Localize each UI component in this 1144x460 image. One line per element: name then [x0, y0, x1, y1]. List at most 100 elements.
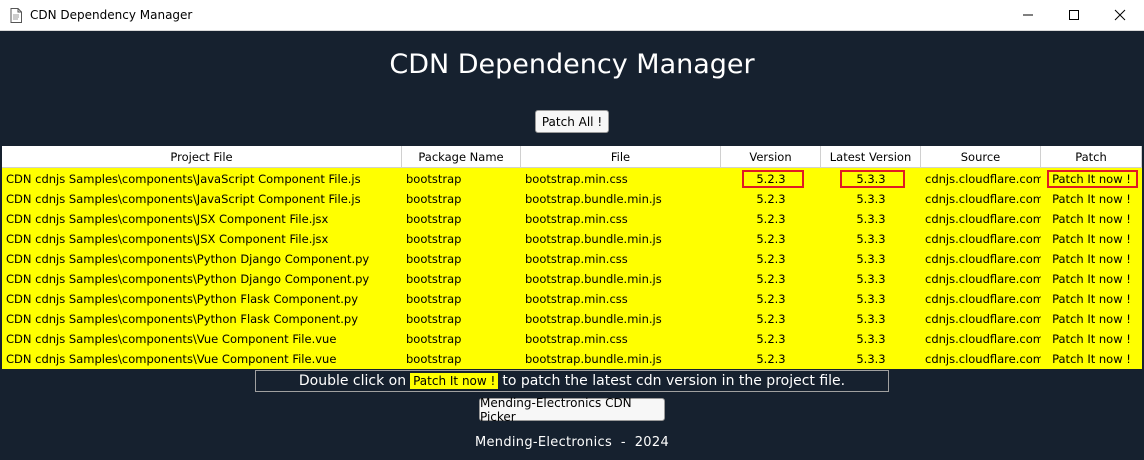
cell-source: cdnjs.cloudflare.com: [925, 332, 1041, 346]
cell-package-name: bootstrap: [406, 252, 462, 266]
column-header-project-file[interactable]: Project File: [2, 146, 402, 168]
cell-latest-version: 5.3.3: [856, 332, 886, 346]
cell-version: 5.2.3: [756, 232, 786, 246]
patch-it-now-cell[interactable]: Patch It now !: [1041, 209, 1142, 229]
cell-file: bootstrap.min.css: [525, 172, 628, 186]
cell-version: 5.2.3: [756, 332, 786, 346]
cell-package-name: bootstrap: [406, 212, 462, 226]
patch-all-button[interactable]: Patch All !: [535, 110, 609, 133]
column-header-latest-version[interactable]: Latest Version: [821, 146, 921, 168]
close-button[interactable]: [1097, 0, 1143, 30]
patch-it-now-cell[interactable]: Patch It now !: [1041, 309, 1142, 329]
document-icon: [10, 8, 22, 23]
cell-file: bootstrap.min.css: [525, 252, 628, 266]
patch-it-now-cell[interactable]: Patch It now !: [1041, 269, 1142, 289]
column-header-source[interactable]: Source: [921, 146, 1041, 168]
cell-latest-version: 5.3.3: [856, 352, 886, 366]
cell-latest-version: 5.3.3: [856, 272, 886, 286]
patch-it-now-cell[interactable]: Patch It now !: [1041, 349, 1142, 369]
column-header-package-name[interactable]: Package Name: [402, 146, 521, 168]
hint-patch-chip: Patch It now !: [410, 373, 499, 389]
cell-package-name: bootstrap: [406, 332, 462, 346]
column-header-patch[interactable]: Patch: [1041, 146, 1142, 168]
cell-package-name: bootstrap: [406, 272, 462, 286]
cell-project-file: CDN cdnjs Samples\components\Vue Compone…: [6, 352, 337, 366]
cell-version: 5.2.3: [756, 292, 786, 306]
cell-file: bootstrap.min.css: [525, 332, 628, 346]
maximize-button[interactable]: [1051, 0, 1097, 30]
hint-suffix: to patch the latest cdn version in the p…: [502, 373, 846, 389]
maximize-icon: [1069, 10, 1079, 20]
cell-package-name: bootstrap: [406, 312, 462, 326]
cell-package-name: bootstrap: [406, 172, 462, 186]
cell-latest-version: 5.3.3: [856, 192, 886, 206]
cell-package-name: bootstrap: [406, 192, 462, 206]
table-row[interactable]: CDN cdnjs Samples\components\JSX Compone…: [2, 209, 1142, 229]
cell-source: cdnjs.cloudflare.com: [925, 272, 1041, 286]
version-highlight-box: [742, 170, 804, 188]
latest-version-highlight-box: [840, 170, 905, 188]
window-titlebar[interactable]: CDN Dependency Manager: [0, 0, 1144, 31]
cell-latest-version: 5.3.3: [856, 312, 886, 326]
cell-version: 5.2.3: [756, 212, 786, 226]
table-row[interactable]: CDN cdnjs Samples\components\JavaScript …: [2, 189, 1142, 209]
cell-latest-version: 5.3.3: [856, 292, 886, 306]
table-row[interactable]: CDN cdnjs Samples\components\Python Djan…: [2, 269, 1142, 289]
cell-project-file: CDN cdnjs Samples\components\JavaScript …: [6, 192, 361, 206]
column-header-version[interactable]: Version: [721, 146, 821, 168]
column-header-file[interactable]: File: [521, 146, 721, 168]
patch-it-now-cell[interactable]: Patch It now !: [1041, 229, 1142, 249]
cell-project-file: CDN cdnjs Samples\components\Python Flas…: [6, 312, 359, 326]
table-row[interactable]: CDN cdnjs Samples\components\JSX Compone…: [2, 229, 1142, 249]
cell-version: 5.2.3: [756, 272, 786, 286]
table-row[interactable]: CDN cdnjs Samples\components\Vue Compone…: [2, 329, 1142, 349]
cell-source: cdnjs.cloudflare.com: [925, 192, 1041, 206]
page-title: CDN Dependency Manager: [389, 49, 755, 80]
cell-project-file: CDN cdnjs Samples\components\Python Djan…: [6, 252, 370, 266]
cell-latest-version: 5.3.3: [856, 212, 886, 226]
table-row[interactable]: CDN cdnjs Samples\components\Python Flas…: [2, 309, 1142, 329]
cell-package-name: bootstrap: [406, 352, 462, 366]
patch-highlight-box: [1047, 170, 1138, 188]
table-row[interactable]: CDN cdnjs Samples\components\JavaScript …: [2, 169, 1142, 189]
cell-version: 5.2.3: [756, 192, 786, 206]
cell-latest-version: 5.3.3: [856, 252, 886, 266]
cell-source: cdnjs.cloudflare.com: [925, 252, 1041, 266]
cell-project-file: CDN cdnjs Samples\components\JSX Compone…: [6, 212, 329, 226]
table-row[interactable]: CDN cdnjs Samples\components\Python Flas…: [2, 289, 1142, 309]
cell-file: bootstrap.bundle.min.js: [525, 192, 662, 206]
patch-it-now-cell[interactable]: Patch It now !: [1041, 289, 1142, 309]
cell-version: 5.2.3: [756, 312, 786, 326]
table-row[interactable]: CDN cdnjs Samples\components\Python Djan…: [2, 249, 1142, 269]
patch-it-now-cell[interactable]: Patch It now !: [1041, 249, 1142, 269]
patch-it-now-cell[interactable]: Patch It now !: [1041, 329, 1142, 349]
cell-file: bootstrap.bundle.min.js: [525, 232, 662, 246]
table-header: Project File Package Name File Version Lates…: [2, 146, 1142, 168]
minimize-button[interactable]: [1005, 0, 1051, 30]
cell-package-name: bootstrap: [406, 292, 462, 306]
cell-project-file: CDN cdnjs Samples\components\JSX Compone…: [6, 232, 329, 246]
cell-source: cdnjs.cloudflare.com: [925, 172, 1041, 186]
cell-file: bootstrap.bundle.min.js: [525, 352, 662, 366]
cell-file: bootstrap.min.css: [525, 292, 628, 306]
cell-project-file: CDN cdnjs Samples\components\Python Flas…: [6, 292, 359, 306]
cell-package-name: bootstrap: [406, 232, 462, 246]
cell-latest-version: 5.3.3: [856, 232, 886, 246]
cdn-picker-button[interactable]: Mending-Electronics CDN Picker: [479, 396, 665, 424]
cell-source: cdnjs.cloudflare.com: [925, 352, 1041, 366]
cell-project-file: CDN cdnjs Samples\components\Vue Compone…: [6, 332, 337, 346]
instruction-hint: Double click on Patch It now ! to patch …: [255, 370, 889, 392]
cell-file: bootstrap.min.css: [525, 212, 628, 226]
window-title: CDN Dependency Manager: [30, 8, 193, 22]
cell-source: cdnjs.cloudflare.com: [925, 212, 1041, 226]
cell-file: bootstrap.bundle.min.js: [525, 312, 662, 326]
close-icon: [1114, 9, 1126, 21]
cell-source: cdnjs.cloudflare.com: [925, 312, 1041, 326]
hint-prefix: Double click on: [298, 373, 407, 389]
patch-it-now-cell[interactable]: Patch It now !: [1041, 189, 1142, 209]
minimize-icon: [1023, 14, 1033, 16]
cell-project-file: CDN cdnjs Samples\components\Python Djan…: [6, 272, 370, 286]
cell-version: 5.2.3: [756, 252, 786, 266]
table-row[interactable]: CDN cdnjs Samples\components\Vue Compone…: [2, 349, 1142, 369]
cell-source: cdnjs.cloudflare.com: [925, 232, 1041, 246]
